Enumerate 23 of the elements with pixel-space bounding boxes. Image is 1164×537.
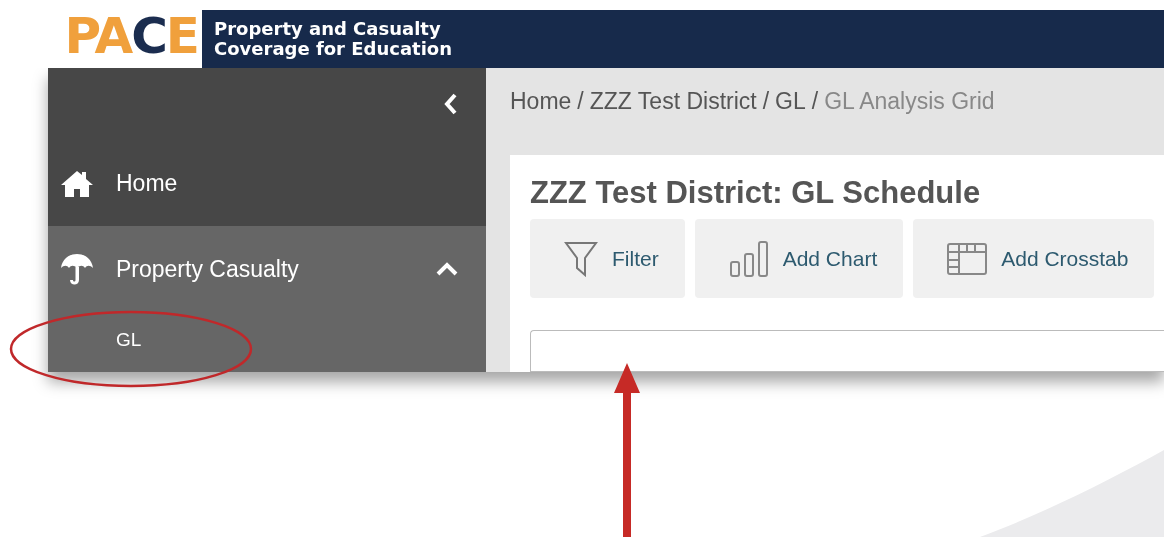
page-title: ZZZ Test District: GL Schedule xyxy=(530,175,982,211)
toolbar-button[interactable]: Filter xyxy=(530,219,685,298)
breadcrumb-current: GL Analysis Grid xyxy=(824,88,995,116)
collapse-chevron-icon[interactable] xyxy=(444,93,458,115)
pace-logo: PACE xyxy=(64,11,198,61)
home-icon xyxy=(60,168,94,198)
breadcrumb-link[interactable]: GL xyxy=(775,88,806,155)
umbrella-icon xyxy=(60,252,94,286)
breadcrumb-link[interactable]: ZZZ Test District xyxy=(589,88,757,155)
toolbar-button[interactable]: Add Crosstab xyxy=(913,219,1155,298)
breadcrumb-separator: / xyxy=(577,88,584,116)
tagline-text: Property and Casualty xyxy=(214,19,442,39)
sidebar-subitem[interactable]: GL xyxy=(116,329,142,351)
breadcrumb-separator: / xyxy=(811,88,819,116)
tagline-text: Coverage for Education xyxy=(214,39,453,59)
breadcrumb-link[interactable]: Home xyxy=(510,88,572,155)
breadcrumb-separator: / xyxy=(762,88,770,116)
bar-chart-icon xyxy=(728,239,769,278)
filter-icon xyxy=(564,240,598,277)
chevron-up-icon xyxy=(436,262,458,276)
table-icon xyxy=(947,242,988,275)
toolbar-button[interactable]: Add Chart xyxy=(694,219,904,298)
sidebar-item[interactable]: Property Casualty xyxy=(48,226,486,312)
